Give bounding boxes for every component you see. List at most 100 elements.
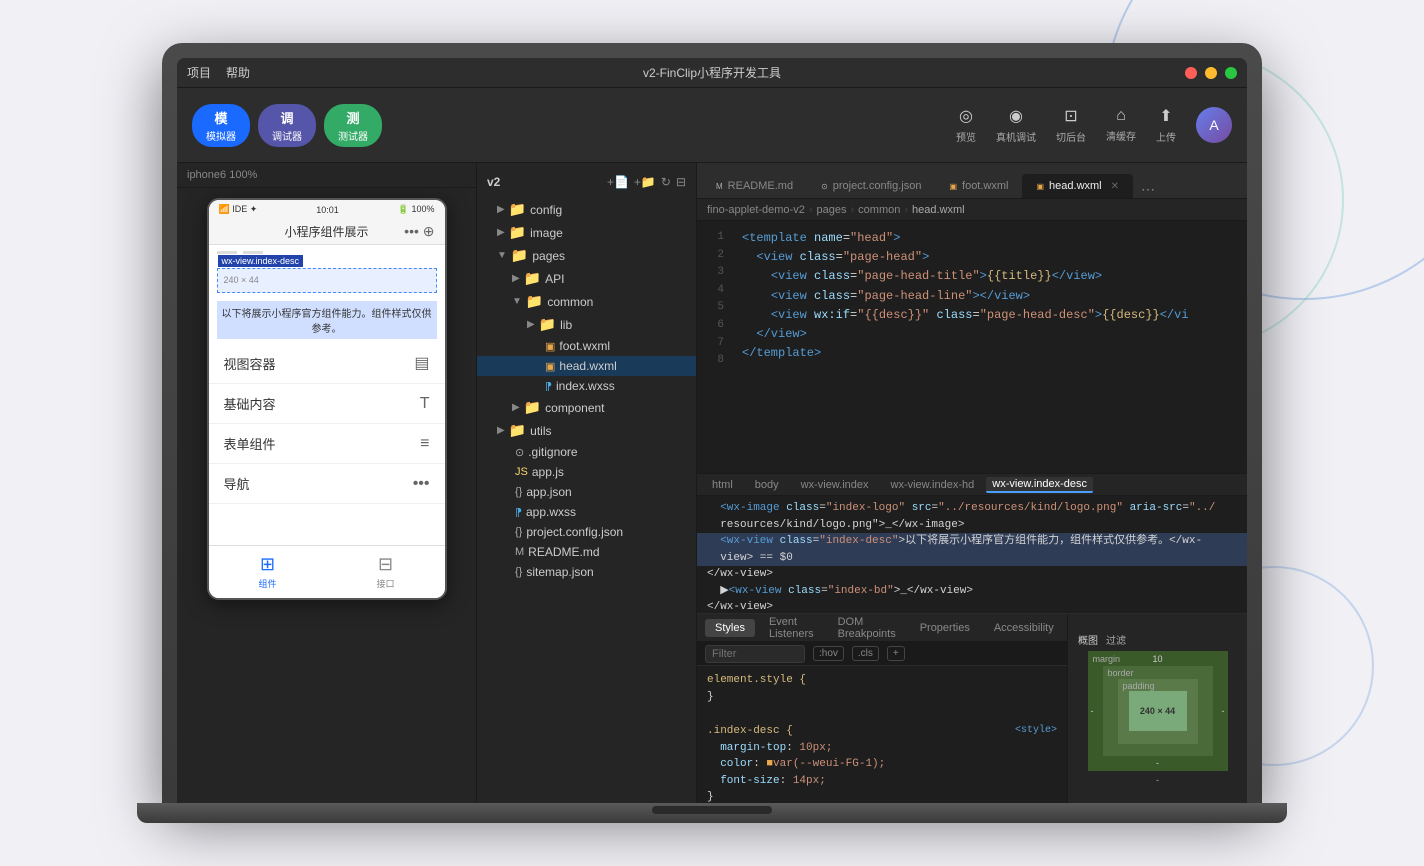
tree-item-foot-wxml[interactable]: ▣ foot.wxml: [477, 336, 696, 356]
tree-item-head-wxml[interactable]: ▣ head.wxml: [477, 356, 696, 376]
tree-item-gitignore[interactable]: ⊙ .gitignore: [477, 442, 696, 462]
expand-arrow: ▼: [497, 250, 507, 261]
phone-debug-label: 真机调试: [996, 129, 1036, 144]
refresh-icon[interactable]: ↻: [661, 175, 671, 189]
phone-nav-view-container[interactable]: 视图容器 ▤: [209, 343, 445, 384]
tab-head-wxml[interactable]: ▣ head.wxml ✕: [1022, 174, 1133, 198]
main-content: iphone6 100% 📶 IDE ✦ 10:01 🔋 100% 小程序组件展…: [177, 163, 1247, 803]
tree-item-pages[interactable]: ▼ 📁 pages: [477, 244, 696, 267]
wxss-file-icon: ⁋: [545, 380, 552, 393]
tree-item-readme[interactable]: M README.md: [477, 542, 696, 562]
phone-nav-basic-content[interactable]: 基础内容 T: [209, 384, 445, 424]
tab-wx-view-index-desc[interactable]: wx-view.index-desc: [986, 477, 1093, 493]
tree-item-app-js[interactable]: JS app.js: [477, 462, 696, 482]
breadcrumb-common[interactable]: common: [858, 204, 900, 216]
simulator-device-info: iphone6 100%: [177, 163, 476, 188]
preview-action[interactable]: ◎ 预览: [956, 106, 976, 144]
folder-icon: 📁: [524, 270, 541, 287]
tree-item-component[interactable]: ▶ 📁 component: [477, 396, 696, 419]
tree-item-app-json[interactable]: {} app.json: [477, 482, 696, 502]
tab-readme-label: README.md: [728, 180, 793, 192]
debug-button[interactable]: 调 调试器: [258, 104, 316, 147]
bottom-nav-api[interactable]: ⊟ 接口: [327, 546, 445, 598]
devtools-tab-accessibility[interactable]: Accessibility: [984, 619, 1064, 637]
line-numbers: 1 2 3 4 5 6 7 8: [697, 221, 732, 473]
tree-item-label: utils: [530, 424, 551, 438]
tree-item-project-config[interactable]: {} project.config.json: [477, 522, 696, 542]
tab-project-config[interactable]: ⊙ project.config.json: [807, 174, 935, 198]
menu-item-project[interactable]: 项目: [187, 64, 211, 81]
expand-arrow: ▶: [527, 319, 535, 330]
tree-item-label: foot.wxml: [559, 339, 610, 353]
tree-item-sitemap[interactable]: {} sitemap.json: [477, 562, 696, 582]
element-class-label: wx-view.index-desc: [218, 255, 304, 267]
folder-icon: 📁: [539, 316, 556, 333]
breadcrumb-root[interactable]: fino-applet-demo-v2: [707, 204, 805, 216]
minimize-button[interactable]: [1205, 67, 1217, 79]
new-folder-icon[interactable]: +📁: [634, 175, 656, 189]
devtools-tab-event-listeners[interactable]: Event Listeners: [759, 614, 824, 643]
element-style-rule: element.style { }: [707, 672, 1057, 705]
html-source-content: <wx-image class="index-logo" src="../res…: [697, 496, 1247, 613]
phone-nav-navigation[interactable]: 导航 •••: [209, 464, 445, 504]
code-editor[interactable]: 1 2 3 4 5 6 7 8 <template name="head">: [697, 221, 1247, 803]
margin-top-val: 10px;: [799, 742, 832, 754]
tree-item-label: lib: [560, 318, 572, 332]
tab-readme[interactable]: M README.md: [702, 174, 807, 198]
box-model-content: 240 × 44: [1129, 691, 1187, 731]
tab-wx-view-index[interactable]: wx-view.index: [791, 477, 879, 493]
tree-item-config[interactable]: ▶ 📁 config: [477, 198, 696, 221]
tree-item-lib[interactable]: ▶ 📁 lib: [477, 313, 696, 336]
upload-action[interactable]: ⬆ 上传: [1156, 106, 1176, 144]
html-source-tabs: html body wx-view.index wx-view.index-hd…: [697, 474, 1247, 496]
tree-item-common[interactable]: ▼ 📁 common: [477, 290, 696, 313]
code-line-2: <view class="page-head">: [732, 248, 1247, 267]
tab-close-button[interactable]: ✕: [1111, 181, 1119, 192]
styles-filter-input[interactable]: [705, 645, 805, 663]
bottom-nav-components[interactable]: ⊞ 组件: [209, 546, 327, 598]
phone-title-dots[interactable]: ••• ⊕: [404, 223, 434, 240]
user-avatar[interactable]: A: [1196, 107, 1232, 143]
tab-body[interactable]: body: [745, 477, 789, 493]
close-button[interactable]: [1185, 67, 1197, 79]
simulator-button[interactable]: 模 模拟器: [192, 104, 250, 147]
devtools-tab-styles[interactable]: Styles: [705, 619, 755, 637]
tab-foot-wxml[interactable]: ▣ foot.wxml: [935, 174, 1022, 198]
tree-item-image[interactable]: ▶ 📁 image: [477, 221, 696, 244]
breadcrumb-sep1: ›: [809, 204, 813, 216]
new-file-icon[interactable]: +📄: [607, 175, 629, 189]
tree-item-app-wxss[interactable]: ⁋ app.wxss: [477, 502, 696, 522]
html-source-line-1: <wx-image class="index-logo" src="../res…: [697, 500, 1247, 517]
margin-bottom-val: -: [1156, 758, 1159, 768]
wxml-tab-icon: ▣: [949, 182, 957, 191]
tab-wx-view-index-hd[interactable]: wx-view.index-hd: [881, 477, 985, 493]
tree-item-label: API: [545, 272, 564, 286]
cut-back-action[interactable]: ⊡ 切后台: [1056, 106, 1086, 144]
add-rule-badge[interactable]: +: [887, 646, 905, 661]
maximize-button[interactable]: [1225, 67, 1237, 79]
breadcrumb-file[interactable]: head.wxml: [912, 204, 965, 216]
phone-nav-form[interactable]: 表单组件 ≡: [209, 424, 445, 464]
menu-item-help[interactable]: 帮助: [226, 64, 250, 81]
api-icon: ⊟: [378, 554, 393, 575]
breadcrumb-pages[interactable]: pages: [817, 204, 847, 216]
tab-html[interactable]: html: [702, 477, 743, 493]
box-model: 概图 过滤 10 - - - margin: [1067, 614, 1247, 803]
more-tabs-button[interactable]: ⋯: [1141, 181, 1155, 198]
code-content[interactable]: <template name="head"> <view class="page…: [732, 221, 1247, 473]
tree-item-index-wxss[interactable]: ⁋ index.wxss: [477, 376, 696, 396]
collapse-icon[interactable]: ⊟: [676, 175, 686, 189]
phone-debug-action[interactable]: ◉ 真机调试: [996, 106, 1036, 144]
clear-cache-action[interactable]: ⌂ 清缓存: [1106, 107, 1136, 143]
tree-item-utils[interactable]: ▶ 📁 utils: [477, 419, 696, 442]
tree-item-api[interactable]: ▶ 📁 API: [477, 267, 696, 290]
hover-filter-badge[interactable]: :hov: [813, 646, 844, 661]
test-button[interactable]: 测 测试器: [324, 104, 382, 147]
cls-filter-badge[interactable]: .cls: [852, 646, 879, 661]
folder-icon: 📁: [524, 399, 541, 416]
box-model-outer: 10 - - - margin border padding: [1088, 651, 1228, 771]
devtools-tab-properties[interactable]: Properties: [910, 619, 980, 637]
box-model-tabs: 概图 过滤: [1078, 632, 1126, 647]
index-desc-close: }: [707, 791, 714, 803]
devtools-tab-dom-breakpoints[interactable]: DOM Breakpoints: [828, 614, 906, 643]
